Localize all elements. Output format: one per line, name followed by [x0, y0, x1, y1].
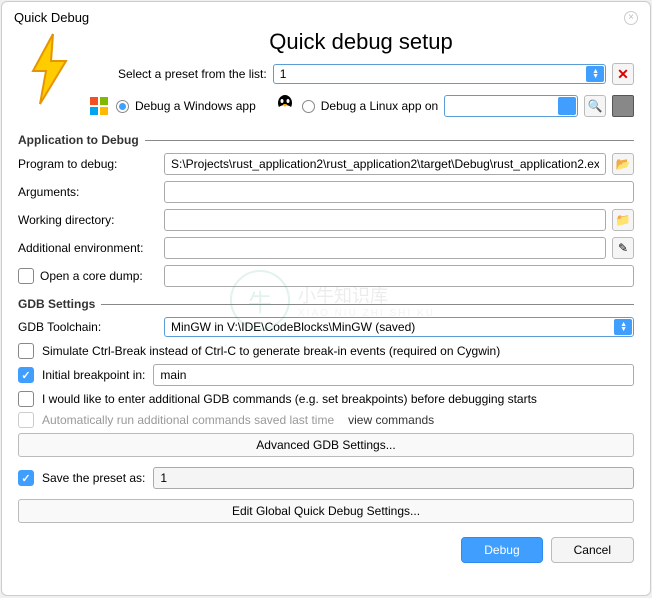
- gdb-settings-group: GDB Settings GDB Toolchain: MinGW in V:\…: [18, 297, 634, 461]
- additional-cmds-label: I would like to enter additional GDB com…: [42, 392, 537, 406]
- window-title: Quick Debug: [14, 10, 624, 25]
- workdir-label: Working directory:: [18, 213, 158, 227]
- linux-target-select[interactable]: [444, 95, 578, 117]
- windows-radio[interactable]: [116, 100, 129, 113]
- program-input[interactable]: [164, 153, 606, 175]
- linux-tux-icon: [274, 93, 296, 119]
- edit-env-button[interactable]: ✎: [612, 237, 634, 259]
- save-preset-checkbox[interactable]: [18, 470, 34, 486]
- coredump-label: Open a core dump:: [40, 269, 158, 283]
- terminal-icon[interactable]: [612, 95, 634, 117]
- auto-run-checkbox: [18, 412, 34, 428]
- save-preset-input[interactable]: [153, 467, 634, 489]
- pencil-icon: ✎: [618, 241, 628, 255]
- cancel-button[interactable]: Cancel: [551, 537, 634, 563]
- coredump-checkbox[interactable]: [18, 268, 34, 284]
- toolchain-label: GDB Toolchain:: [18, 320, 158, 334]
- application-to-debug-group: Application to Debug Program to debug: 📂…: [18, 133, 634, 293]
- debug-button[interactable]: Debug: [461, 537, 542, 563]
- initial-bp-label: Initial breakpoint in:: [42, 368, 145, 382]
- chevron-updown-icon: ▲▼: [620, 322, 627, 332]
- edit-global-button[interactable]: Edit Global Quick Debug Settings...: [18, 499, 634, 523]
- folder-icon: 📁: [616, 213, 631, 227]
- close-icon[interactable]: ×: [624, 11, 638, 25]
- workdir-input[interactable]: [164, 209, 606, 231]
- windows-radio-label: Debug a Windows app: [135, 99, 256, 113]
- initial-bp-checkbox[interactable]: [18, 367, 34, 383]
- browse-workdir-button[interactable]: 📁: [612, 209, 634, 231]
- search-icon: 🔍: [588, 99, 603, 113]
- arguments-label: Arguments:: [18, 185, 158, 199]
- toolchain-select[interactable]: MinGW in V:\IDE\CodeBlocks\MinGW (saved)…: [164, 317, 634, 337]
- browse-program-button[interactable]: 📂: [612, 153, 634, 175]
- lightning-bolt-icon: [18, 29, 78, 109]
- simulate-ctrl-label: Simulate Ctrl-Break instead of Ctrl-C to…: [42, 344, 500, 358]
- save-preset-label: Save the preset as:: [42, 471, 145, 485]
- search-button[interactable]: 🔍: [584, 95, 606, 117]
- coredump-input[interactable]: [164, 265, 634, 287]
- linux-radio[interactable]: [302, 100, 315, 113]
- delete-preset-button[interactable]: ✕: [612, 63, 634, 85]
- preset-select[interactable]: 1 ▲▼: [273, 64, 606, 84]
- chevron-updown-icon: ▲▼: [592, 69, 599, 79]
- program-label: Program to debug:: [18, 157, 158, 171]
- windows-logo-icon: [88, 95, 110, 117]
- initial-bp-input[interactable]: [153, 364, 634, 386]
- view-commands-link[interactable]: view commands: [348, 413, 434, 427]
- preset-label: Select a preset from the list:: [118, 67, 267, 81]
- env-input[interactable]: [164, 237, 606, 259]
- env-label: Additional environment:: [18, 241, 158, 255]
- advanced-gdb-button[interactable]: Advanced GDB Settings...: [18, 433, 634, 457]
- auto-run-label: Automatically run additional commands sa…: [42, 413, 334, 427]
- folder-open-icon: 📂: [616, 157, 631, 171]
- additional-cmds-checkbox[interactable]: [18, 391, 34, 407]
- arguments-input[interactable]: [164, 181, 634, 203]
- page-title: Quick debug setup: [88, 29, 634, 55]
- x-icon: ✕: [617, 66, 629, 83]
- simulate-ctrl-checkbox[interactable]: [18, 343, 34, 359]
- linux-radio-label: Debug a Linux app on: [321, 99, 438, 113]
